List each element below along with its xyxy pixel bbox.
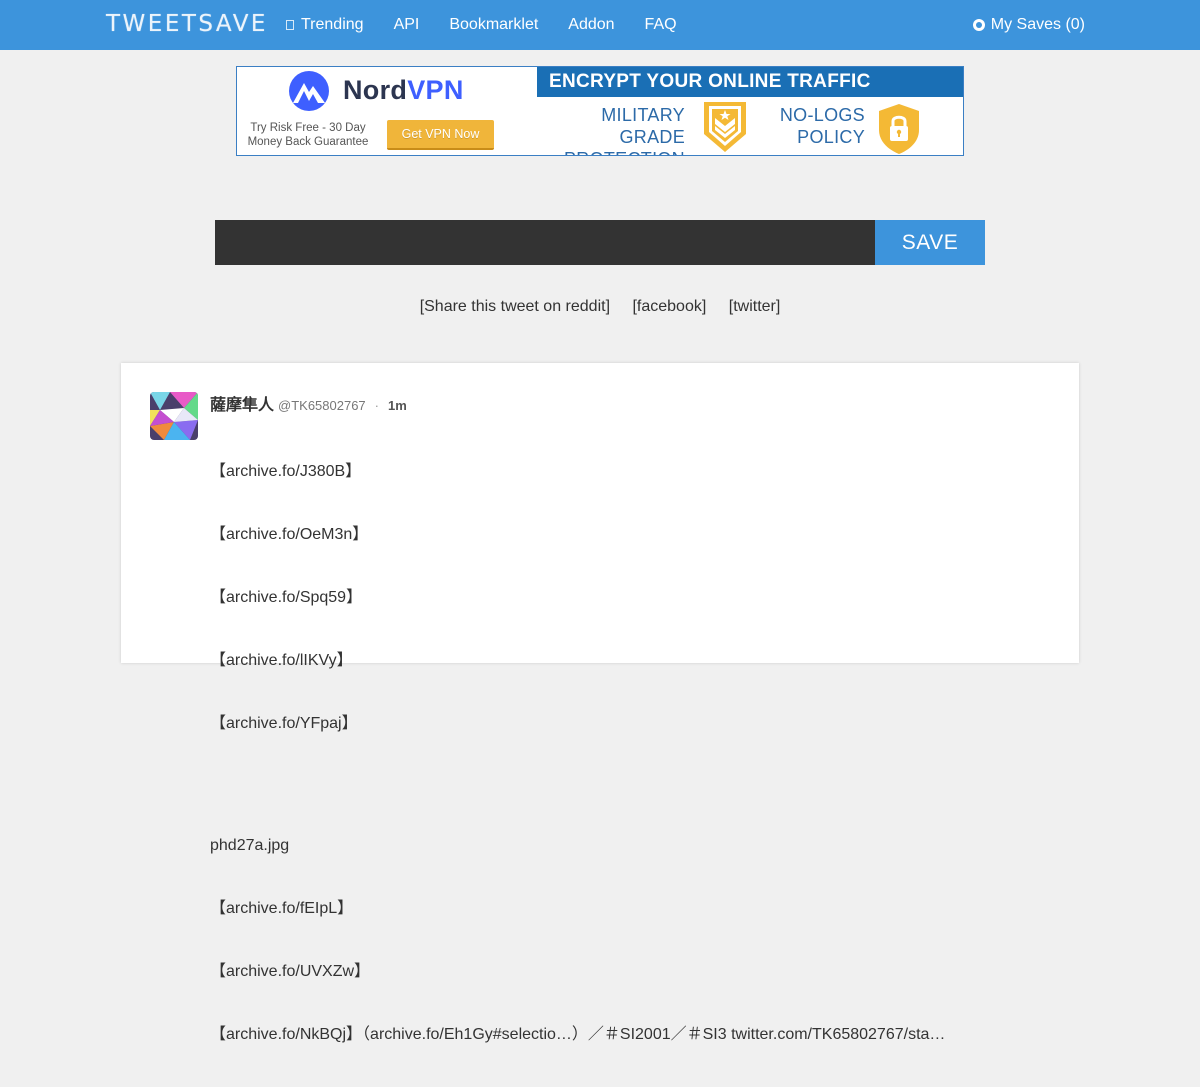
nav-link-label: API [393, 16, 420, 33]
share-reddit-link[interactable]: [Share this tweet on reddit] [420, 298, 610, 315]
nav-link-trending[interactable]: Trending [286, 16, 364, 34]
tweet-line[interactable]: 【archive.fo/NkBQj】（archive.fo/Eh1Gy#sele… [210, 1024, 945, 1045]
tweet-timestamp[interactable]: 1m [388, 398, 407, 413]
nav-link-faq[interactable]: FAQ [645, 16, 677, 34]
tweet-header: 薩摩隼人 @TK65802767 · 1m [210, 391, 407, 415]
tweet-text: 【archive.fo/J380B】 【archive.fo/OeM3n】 【a… [210, 419, 945, 1087]
nav-link-api[interactable]: API [394, 16, 420, 34]
share-facebook-link[interactable]: [facebook] [632, 298, 706, 315]
ad-guarantee-text: Try Risk Free - 30 Day Money Back Guaran… [243, 121, 373, 149]
ad-headline: ENCRYPT YOUR ONLINE TRAFFIC [537, 67, 963, 97]
my-saves-label: My Saves (0) [990, 16, 1085, 33]
my-saves-link[interactable]: My Saves (0) [972, 0, 1085, 50]
nav-link-label: Addon [568, 16, 615, 33]
tweet-display-name[interactable]: 薩摩隼人 [210, 391, 274, 415]
tweet-line[interactable]: phd27a.jpg [210, 835, 945, 856]
nav-links: Trending API Bookmarklet Addon FAQ [286, 0, 707, 50]
nordvpn-logo-icon [289, 71, 329, 111]
nav-link-label: Bookmarklet [449, 16, 539, 33]
guarantee-line-2: Money Back Guarantee [247, 136, 369, 148]
save-tweet-form: SAVE [215, 220, 985, 265]
avatar[interactable] [150, 392, 198, 440]
share-twitter-link[interactable]: [twitter] [729, 298, 781, 315]
tweet-line[interactable]: 【archive.fo/J380B】 [210, 461, 945, 482]
brand-part-2: VPN [407, 75, 464, 105]
share-links: [Share this tweet on reddit] [facebook] … [0, 298, 1200, 316]
feature-2-line-1: NO-LOGS [779, 105, 865, 125]
tweet-handle[interactable]: @TK65802767 [278, 398, 366, 413]
tweet-card: 薩摩隼人 @TK65802767 · 1m 【archive.fo/J380B】… [121, 363, 1079, 1043]
nav-link-label: Trending [301, 16, 364, 33]
feature-2-line-2: POLICY [797, 127, 865, 147]
nordvpn-ad[interactable]: NordVPN Try Risk Free - 30 Day Money Bac… [236, 66, 964, 156]
nav-link-bookmarklet[interactable]: Bookmarklet [449, 16, 538, 34]
tweet-separator: · [374, 398, 380, 413]
guarantee-line-1: Try Risk Free - 30 Day [250, 122, 366, 134]
nav-link-addon[interactable]: Addon [568, 16, 614, 34]
ad-feature-nologs: NO-LOGS POLICY [767, 104, 865, 148]
tweet-url-input[interactable] [215, 220, 875, 265]
nordvpn-brand: NordVPN [343, 75, 464, 106]
tweet-line[interactable]: 【archive.fo/YFpaj】 [210, 713, 945, 734]
tweet-line[interactable]: 【archive.fo/OeM3n】 [210, 524, 945, 545]
get-vpn-button[interactable]: Get VPN Now [387, 120, 494, 150]
top-navbar: TWEETSAVE Trending API Bookmarklet Addon… [0, 0, 1200, 50]
save-button[interactable]: SAVE [875, 220, 985, 265]
gear-icon [972, 19, 985, 31]
lock-shield-icon [879, 104, 919, 154]
ad-feature-protection: MILITARY GRADE PROTECTION [537, 104, 685, 155]
site-logo[interactable]: TWEETSAVE [106, 11, 268, 37]
tweet-line[interactable]: 【archive.fo/lIKVy】 [210, 650, 945, 671]
tweet-line[interactable]: 【archive.fo/UVXZw】 [210, 961, 945, 982]
feature-1-line-1: MILITARY GRADE [601, 105, 685, 147]
feature-1-line-2: PROTECTION [537, 148, 685, 155]
tweet-line[interactable]: 【archive.fo/fEIpL】 [210, 898, 945, 919]
badge-shield-icon [704, 102, 746, 152]
nav-link-label: FAQ [644, 16, 677, 33]
tweet-line[interactable]: 【archive.fo/Spq59】 [210, 587, 945, 608]
brand-part-1: Nord [343, 75, 408, 105]
trending-icon [286, 20, 294, 30]
